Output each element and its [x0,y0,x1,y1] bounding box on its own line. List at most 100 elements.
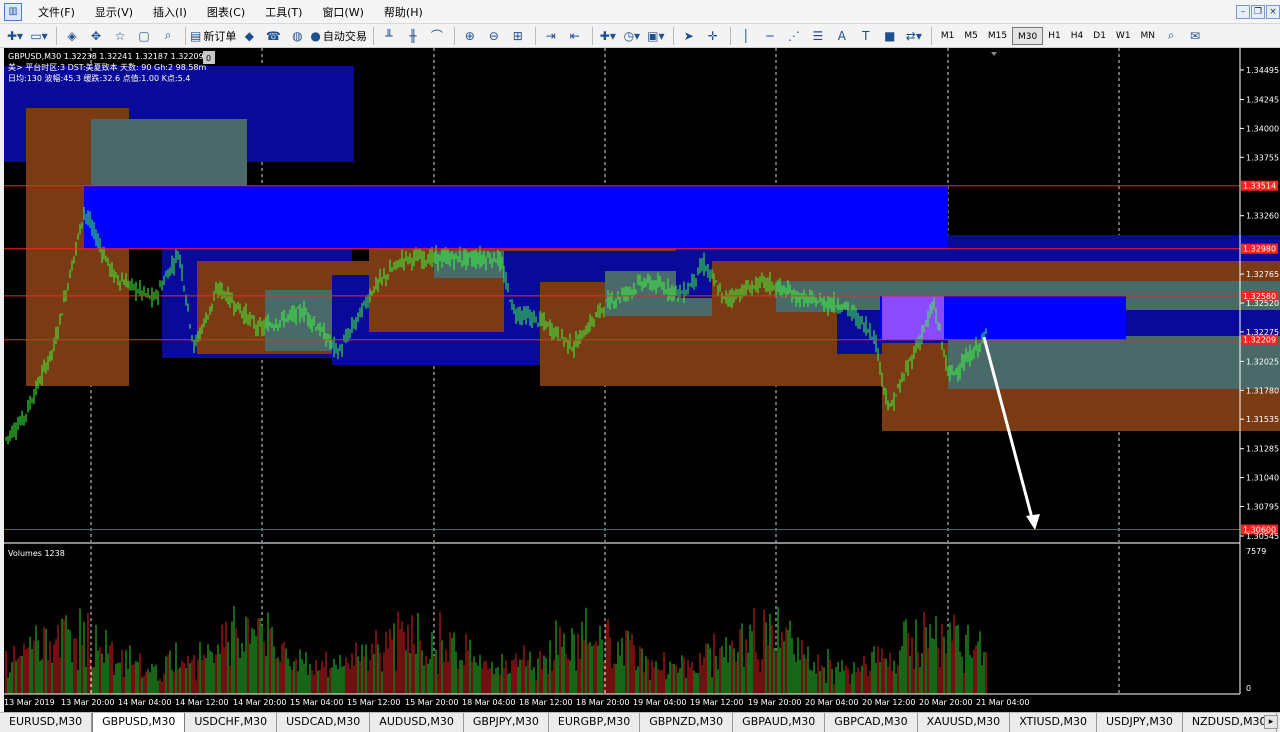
cursor-icon[interactable]: ➤ [678,26,700,46]
tab-usdchf[interactable]: USDCHF,M30 [185,713,278,732]
crosshair-icon[interactable]: ✛ [702,26,724,46]
profiles-icon[interactable]: ▭▾ [28,26,50,46]
price-tick-label: 1.31040 [1246,474,1279,483]
overlap-box [882,295,944,340]
timeframe-h1[interactable]: H1 [1043,27,1066,45]
metaeditor-icon[interactable]: ◆ [238,26,260,46]
date-label: 14 Mar 04:00 [118,698,171,707]
rectangle-icon[interactable]: ■ [879,26,901,46]
tile-windows-icon[interactable]: ⊞ [507,26,529,46]
auto-trading-button[interactable]: ● 自动交易 [310,26,366,46]
signals-icon[interactable]: ☎ [262,26,284,46]
autoscroll-icon[interactable]: ⇥ [540,26,562,46]
minimize-icon[interactable]: – [1236,5,1250,19]
bar-chart-icon[interactable]: ╨ [378,26,400,46]
tab-nzdusd[interactable]: NZDUSD,M30 [1183,713,1277,732]
tab-gbpaud[interactable]: GBPAUD,M30 [733,713,826,732]
timeframe-m30[interactable]: M30 [1012,26,1044,45]
tab-eurgbp[interactable]: EURGBP,M30 [549,713,641,732]
chart-tabs: EURUSD,M30 GBPUSD,M30 USDCHF,M30 USDCAD,… [0,712,1280,732]
tab-gbpjpy[interactable]: GBPJPY,M30 [464,713,549,732]
menu-help[interactable]: 帮助(H) [374,4,433,20]
date-label: 15 Mar 20:00 [405,698,458,707]
date-label: 19 Mar 20:00 [748,698,801,707]
search-icon[interactable]: ⌕ [1160,26,1182,46]
date-label: 18 Mar 04:00 [462,698,515,707]
resistance-zone [84,185,948,249]
tab-audusd[interactable]: AUDUSD,M30 [370,713,464,732]
terminal-icon[interactable]: ▢ [133,26,155,46]
toolbar-divider [729,26,731,45]
toolbar-divider [672,26,674,45]
tab-xtiusd[interactable]: XTIUSD,M30 [1010,713,1097,732]
timeframe-m5[interactable]: M5 [959,27,983,45]
data-window-icon[interactable]: ✥ [85,26,107,46]
zoom-in-icon[interactable]: ⊕ [459,26,481,46]
line-chart-icon[interactable]: ⌒ [426,26,448,46]
arrow-head-icon [1026,514,1040,530]
market-watch-icon[interactable]: ◈ [61,26,83,46]
volume-min-label: 0 [1246,684,1251,693]
zoom-out-icon[interactable]: ⊖ [483,26,505,46]
text-label-icon[interactable]: T [855,26,877,46]
menu-tools[interactable]: 工具(T) [255,4,312,20]
trendline-icon[interactable]: ⋰ [783,26,805,46]
date-label: 18 Mar 12:00 [519,698,572,707]
close-icon[interactable]: × [1266,5,1280,19]
tab-gbpcad[interactable]: GBPCAD,M30 [825,713,918,732]
timeframe-w1[interactable]: W1 [1111,27,1136,45]
menu-view[interactable]: 显示(V) [85,4,143,20]
date-label: 20 Mar 12:00 [862,698,915,707]
menu-window[interactable]: 窗口(W) [312,4,373,20]
app-chart-icon[interactable]: ▥ [4,2,22,21]
indicators-icon[interactable]: ✚▾ [597,26,619,46]
tab-usdjpy[interactable]: USDJPY,M30 [1097,713,1183,732]
candlestick-icon[interactable]: ╫ [402,26,424,46]
price-chart[interactable]: 1.335141.329801.325801.322091.30600 1.34… [4,48,1280,712]
toolbar-divider [534,26,536,45]
new-order-button[interactable]: ▤ 新订单 [190,26,236,46]
date-label: 19 Mar 12:00 [690,698,743,707]
vertical-line-icon[interactable]: │ [735,26,757,46]
volume-max-label: 7579 [1246,547,1266,556]
tab-gbpusd[interactable]: GBPUSD,M30 [92,713,186,732]
menu-insert[interactable]: 插入(I) [143,4,197,20]
date-label: 13 Mar 20:00 [61,698,114,707]
market-icon[interactable]: ◍ [286,26,308,46]
arrows-icon[interactable]: ⇄▾ [903,26,925,46]
fibonacci-icon[interactable]: ☰ [807,26,829,46]
menu-file[interactable]: 文件(F) [28,4,85,20]
price-tick-label: 1.30795 [1246,503,1279,512]
timeframe-m1[interactable]: M1 [936,27,960,45]
timeframe-m15[interactable]: M15 [983,27,1012,45]
timeframe-mn[interactable]: MN [1136,27,1161,45]
chat-icon[interactable]: ✉ [1184,26,1206,46]
menu-charts[interactable]: 图表(C) [197,4,255,20]
restore-icon[interactable]: ❐ [1251,5,1265,19]
chart-shift-icon[interactable]: ⇤ [564,26,586,46]
date-label: 20 Mar 20:00 [919,698,972,707]
toolbar-divider [591,26,593,45]
tab-eurusd[interactable]: EURUSD,M30 [0,713,93,732]
tab-usdcad[interactable]: USDCAD,M30 [277,713,371,732]
strategy-tester-icon[interactable]: ⌕ [157,26,179,46]
templates-icon[interactable]: ▣▾ [645,26,667,46]
toolbar: ✚▾ ▭▾ ◈ ✥ ☆ ▢ ⌕ ▤ 新订单 ◆ ☎ ◍ ● 自动交易 ╨ ╫ ⌒… [0,24,1280,48]
timeframe-d1[interactable]: D1 [1088,27,1111,45]
periods-icon[interactable]: ◷▾ [621,26,643,46]
tab-xauusd[interactable]: XAUUSD,M30 [918,713,1011,732]
date-label: 21 Mar 04:00 [976,698,1029,707]
new-chart-icon[interactable]: ✚▾ [4,26,26,46]
navigator-icon[interactable]: ☆ [109,26,131,46]
chart-window[interactable]: 1.33514 1.32980 1.32580 1.32209 1.30600 1.34… [4,48,1280,712]
tab-scroll-icon[interactable]: ▸ [1264,715,1278,729]
shift-marker-icon[interactable] [991,52,997,56]
price-level-label: 1.32980 [1243,245,1276,254]
price-tick-label: 1.34000 [1246,124,1279,133]
chart-header: GBPUSD,M30 1.32238 1.32241 1.32187 1.322… [8,52,204,61]
text-icon[interactable]: A [831,26,853,46]
tab-gbpnzd[interactable]: GBPNZD,M30 [640,713,734,732]
horizontal-line-icon[interactable]: ─ [759,26,781,46]
timeframe-h4[interactable]: H4 [1066,27,1089,45]
header-badge: 0 [206,54,211,63]
